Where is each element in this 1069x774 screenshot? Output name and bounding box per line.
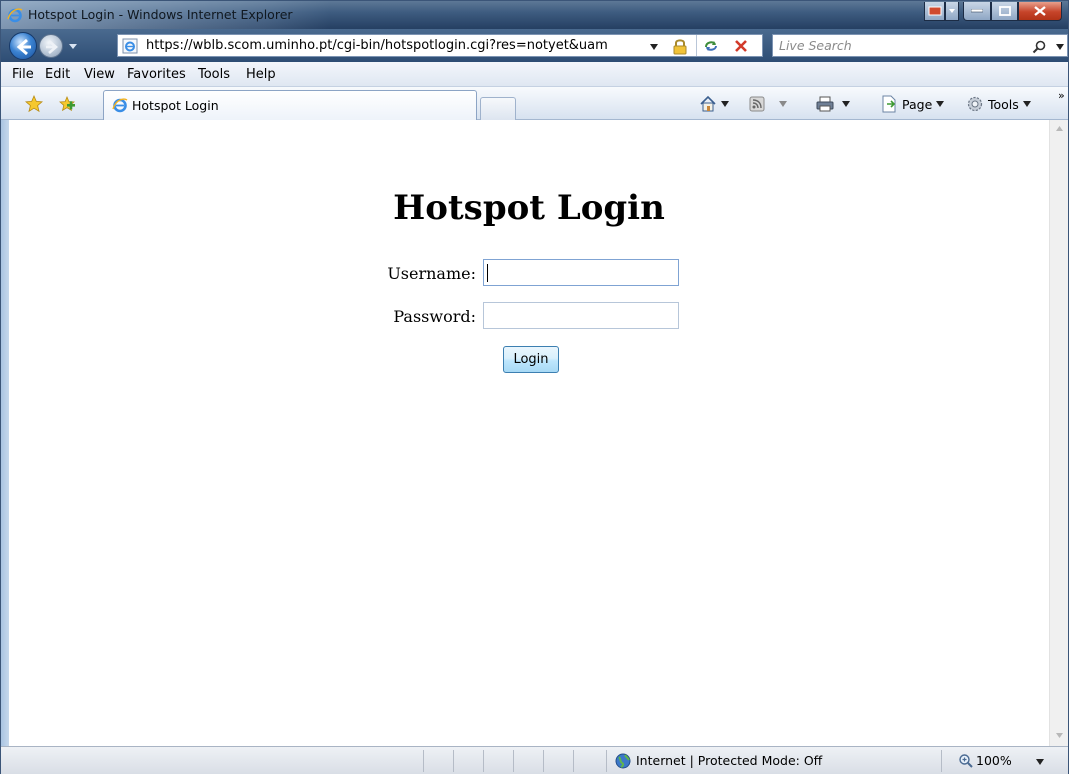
window-left-border <box>1 120 9 746</box>
tab-hotspot-login[interactable]: Hotspot Login <box>103 90 477 120</box>
feeds-button[interactable] <box>749 94 787 114</box>
page-menu-button[interactable]: Page <box>880 94 945 114</box>
command-bar: Hotspot Login Page Tools » <box>1 87 1068 120</box>
home-icon <box>700 95 716 112</box>
rss-feed-icon <box>749 96 765 112</box>
title-bar[interactable]: Hotspot Login - Windows Internet Explore… <box>1 1 1068 29</box>
status-divider <box>606 750 607 772</box>
security-zone-text[interactable]: Internet | Protected Mode: Off <box>636 753 822 768</box>
new-tab-button[interactable] <box>480 97 516 120</box>
restore-small-button[interactable] <box>924 2 945 21</box>
username-field[interactable] <box>483 259 679 286</box>
favorites-center-icon[interactable] <box>25 95 43 113</box>
printer-icon <box>816 96 834 112</box>
overflow-chevron-icon[interactable]: » <box>1058 85 1065 105</box>
menu-dropdown-button[interactable] <box>945 2 959 21</box>
page-menu-label: Page <box>902 96 933 112</box>
address-bar[interactable]: https://wblb.scom.uminho.pt/cgi-bin/hots… <box>117 34 763 57</box>
gear-icon <box>967 96 983 112</box>
chevron-down-icon <box>721 101 729 107</box>
maximize-icon <box>998 6 1011 16</box>
status-divider <box>453 750 454 772</box>
chevron-down-icon[interactable] <box>1035 758 1045 766</box>
chevron-down-icon <box>949 9 955 13</box>
menu-view[interactable]: View <box>84 67 115 82</box>
window-icon <box>928 6 941 16</box>
username-label: Username: <box>387 264 476 283</box>
ie-logo-icon <box>112 98 128 113</box>
navigation-bar: https://wblb.scom.uminho.pt/cgi-bin/hots… <box>1 29 1068 62</box>
chevron-down-icon <box>1022 101 1031 107</box>
password-field[interactable] <box>483 302 679 329</box>
text-caret <box>487 264 488 282</box>
login-button[interactable]: Login <box>503 346 559 373</box>
chevron-down-icon[interactable] <box>649 43 659 51</box>
back-button[interactable] <box>9 32 37 60</box>
menu-tools[interactable]: Tools <box>198 67 230 82</box>
maximize-button[interactable] <box>991 2 1018 21</box>
menu-favorites[interactable]: Favorites <box>127 67 186 82</box>
search-input[interactable]: Live Search <box>779 38 852 53</box>
refresh-icon[interactable] <box>703 38 719 54</box>
close-icon <box>1034 6 1046 16</box>
ie-logo-icon <box>7 8 23 23</box>
menu-file[interactable]: File <box>12 67 34 82</box>
menu-edit[interactable]: Edit <box>45 67 70 82</box>
page-content: Hotspot Login Username: Password: Login <box>9 120 1049 746</box>
add-to-favorites-icon[interactable] <box>58 95 76 113</box>
status-divider <box>573 750 574 772</box>
url-text[interactable]: https://wblb.scom.uminho.pt/cgi-bin/hots… <box>146 38 608 53</box>
forward-arrow-icon <box>46 40 58 54</box>
status-divider <box>513 750 514 772</box>
back-arrow-icon <box>16 38 31 56</box>
menu-bar: File Edit View Favorites Tools Help <box>1 62 1068 87</box>
globe-icon[interactable] <box>615 753 631 769</box>
search-box[interactable]: Live Search <box>772 34 1068 57</box>
menu-help[interactable]: Help <box>246 67 276 82</box>
search-options-dropdown-icon[interactable] <box>1055 43 1065 51</box>
browser-window: Hotspot Login - Windows Internet Explore… <box>0 0 1069 774</box>
home-button[interactable] <box>699 94 729 114</box>
address-separator <box>696 35 697 56</box>
status-bar: Internet | Protected Mode: Off 100% <box>1 746 1068 774</box>
vertical-scrollbar[interactable] <box>1049 120 1068 746</box>
page-title: Hotspot Login <box>393 188 665 228</box>
close-button[interactable] <box>1018 2 1062 21</box>
lock-icon[interactable] <box>672 38 688 55</box>
tools-menu-button[interactable]: Tools <box>966 94 1031 114</box>
search-icon[interactable] <box>1031 39 1047 55</box>
minimize-button[interactable] <box>963 2 991 21</box>
forward-button[interactable] <box>39 34 63 58</box>
zoom-level[interactable]: 100% <box>976 753 1012 768</box>
minimize-icon <box>971 9 983 13</box>
chevron-down-icon <box>936 101 945 107</box>
tools-menu-label: Tools <box>988 96 1019 112</box>
status-divider <box>543 750 544 772</box>
status-divider <box>483 750 484 772</box>
recent-pages-dropdown-icon[interactable] <box>68 41 78 51</box>
print-button[interactable] <box>816 94 850 114</box>
status-divider <box>423 750 424 772</box>
caption-buttons <box>924 2 1062 22</box>
scroll-up-arrow-icon[interactable] <box>1056 126 1063 131</box>
tab-label: Hotspot Login <box>132 98 219 113</box>
stop-icon[interactable] <box>733 38 749 54</box>
window-title: Hotspot Login - Windows Internet Explore… <box>28 7 293 22</box>
chevron-down-icon <box>779 101 787 107</box>
ie-page-icon <box>122 38 138 54</box>
page-icon <box>882 95 896 113</box>
zoom-icon[interactable] <box>958 753 974 769</box>
scroll-down-arrow-icon[interactable] <box>1056 733 1063 738</box>
password-label: Password: <box>393 307 476 326</box>
chevron-down-icon <box>842 101 850 107</box>
status-divider <box>941 750 942 772</box>
